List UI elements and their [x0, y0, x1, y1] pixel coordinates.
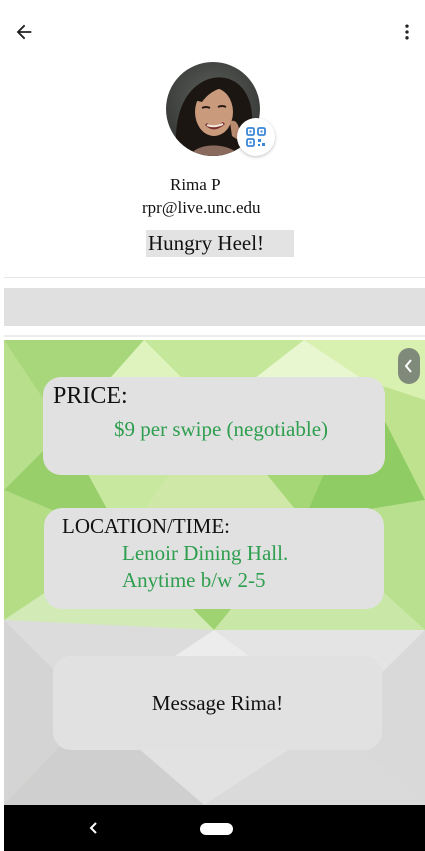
more-vert-icon: [405, 24, 409, 40]
price-label: PRICE:: [53, 383, 128, 409]
price-card: PRICE: $9 per swipe (negotiable): [43, 377, 385, 475]
back-button[interactable]: [10, 18, 38, 46]
location-card: LOCATION/TIME: Lenoir Dining Hall. Anyti…: [44, 508, 384, 609]
chevron-left-icon: [404, 359, 412, 373]
nav-back-icon: [89, 822, 97, 834]
divider: [4, 277, 425, 278]
system-navigation-bar: [4, 805, 425, 851]
collapse-tab[interactable]: [398, 348, 420, 384]
profile-name: Rima P: [170, 175, 221, 194]
location-line-1: Lenoir Dining Hall.: [122, 541, 289, 565]
qr-code-button[interactable]: [237, 118, 275, 156]
location-label: LOCATION/TIME:: [62, 514, 230, 538]
nav-home-pill[interactable]: [200, 823, 233, 835]
divider: [4, 335, 425, 337]
top-app-bar: [0, 0, 425, 62]
system-back-button[interactable]: [84, 817, 104, 839]
more-options-button[interactable]: [395, 18, 419, 46]
profile-tagline: Hungry Heel!: [146, 230, 294, 257]
profile-email: rpr@live.unc.edu: [142, 198, 261, 217]
arrow-left-icon: [16, 24, 32, 40]
price-value: $9 per swipe (negotiable): [114, 417, 329, 441]
message-button-label: Message Rima!: [151, 690, 284, 715]
qr-code-icon: [246, 127, 266, 147]
blank-banner: [4, 288, 425, 326]
location-line-2: Anytime b/w 2-5: [122, 568, 266, 592]
message-button[interactable]: Message Rima!: [53, 656, 382, 750]
